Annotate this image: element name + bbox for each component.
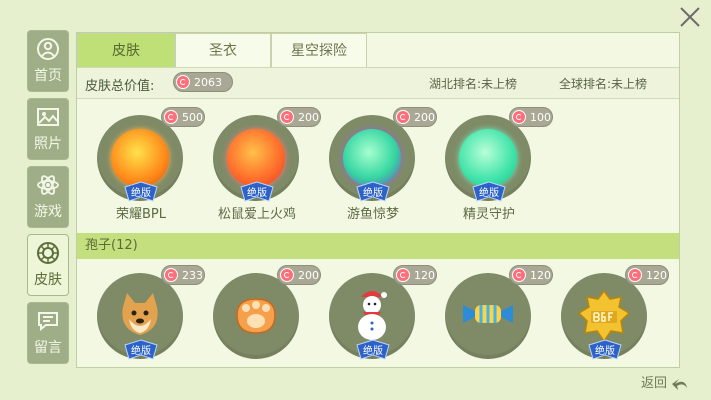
price: 200 [298, 111, 319, 124]
candy-swirl-icon [176, 75, 190, 89]
sidebar-label: 留言 [34, 340, 62, 356]
skin-name: 荣耀BPL [115, 207, 166, 222]
skin-name: 松鼠爱上火鸡 [217, 207, 296, 222]
candy-swirl-icon [396, 268, 410, 282]
limited-badge-text: 绝版 [363, 188, 383, 199]
back-label: 返回 [641, 376, 668, 391]
tab-saint-clothes[interactable]: 圣衣 [175, 33, 271, 67]
candy-swirl-icon [164, 268, 178, 282]
price: 120 [530, 269, 551, 282]
teal-orb-icon [343, 129, 401, 187]
price-pill: 200 [277, 107, 321, 127]
sidebar-item-messages[interactable]: 留言 [27, 302, 69, 364]
total-value-pill: 2063 [173, 72, 233, 92]
skin-name: 游鱼惊梦 [346, 207, 399, 222]
close-icon[interactable] [679, 6, 701, 28]
sidebar: 首页 照片 游戏 皮肤 留言 [27, 30, 71, 370]
sidebar-label: 游戏 [34, 204, 62, 220]
user-icon [37, 38, 59, 60]
candy-swirl-icon [628, 268, 642, 282]
limited-badge-text: 绝版 [479, 188, 499, 199]
price-pill: 120 [393, 265, 437, 285]
message-icon [38, 312, 58, 332]
skin-icon [37, 242, 59, 264]
price: 233 [182, 269, 203, 282]
summary-bar: 皮肤总价值: 2063 湖北排名:未上榜 全球排名:未上榜 [77, 67, 679, 99]
price: 120 [414, 269, 435, 282]
price: 500 [182, 111, 203, 124]
green-orb-icon [459, 129, 517, 187]
total-value: 2063 [194, 76, 222, 89]
price-pill: 100 [509, 107, 553, 127]
photo-icon [37, 108, 59, 126]
sidebar-label: 照片 [34, 136, 62, 152]
total-value-label: 皮肤总价值: [85, 79, 155, 94]
spores-header: 孢子(12) [77, 233, 679, 259]
spore-frame [213, 273, 299, 359]
back-button[interactable]: 返回 [641, 372, 689, 392]
limited-badge-text: 绝版 [131, 346, 151, 357]
candy-swirl-icon [396, 110, 410, 124]
price-pill: 120 [625, 265, 669, 285]
atom-icon [37, 175, 59, 195]
doge-icon [122, 293, 158, 335]
limited-badge-text: 绝版 [131, 188, 151, 199]
snowman-icon [358, 291, 387, 340]
back-arrow-icon [672, 378, 688, 390]
hubei-rank: 湖北排名:未上榜 [429, 77, 518, 91]
candy-swirl-icon [280, 268, 294, 282]
fire-orb-icon [111, 129, 169, 187]
sidebar-item-games[interactable]: 游戏 [27, 166, 69, 228]
orange-orb-icon [227, 129, 285, 187]
bgf-badge-icon [577, 289, 631, 343]
limited-badge-text: 绝版 [247, 188, 267, 199]
sidebar-item-home[interactable]: 首页 [27, 30, 69, 92]
sidebar-item-photos[interactable]: 照片 [27, 98, 69, 160]
price: 200 [414, 111, 435, 124]
sidebar-label: 首页 [34, 68, 62, 84]
candy-swirl-icon [512, 110, 526, 124]
candy-swirl-icon [512, 268, 526, 282]
sidebar-label: 皮肤 [34, 272, 62, 288]
spore-frame [445, 273, 531, 359]
paw-icon [236, 298, 276, 334]
price-pill: 233 [161, 265, 205, 285]
price-pill: 500 [161, 107, 205, 127]
skin-panel: 皮肤 圣衣 星空探险 皮肤总价值: 2063 湖北排名:未上榜 全球排名:未上榜… [76, 32, 680, 368]
price: 100 [530, 111, 551, 124]
limited-badge-text: 绝版 [363, 346, 383, 357]
tab-star-adventure[interactable]: 星空探险 [271, 33, 367, 67]
limited-badge-text: 绝版 [595, 346, 615, 357]
price-pill: 200 [277, 265, 321, 285]
skin-name: 精灵守护 [462, 207, 515, 222]
tab-skins[interactable]: 皮肤 [77, 33, 175, 67]
price-pill: 120 [509, 265, 553, 285]
candy-icon [463, 305, 513, 323]
sidebar-item-skins[interactable]: 皮肤 [27, 234, 69, 296]
candy-swirl-icon [280, 110, 294, 124]
global-rank: 全球排名:未上榜 [559, 77, 648, 91]
price: 120 [646, 269, 667, 282]
candy-swirl-icon [164, 110, 178, 124]
price-pill: 200 [393, 107, 437, 127]
price: 200 [298, 269, 319, 282]
